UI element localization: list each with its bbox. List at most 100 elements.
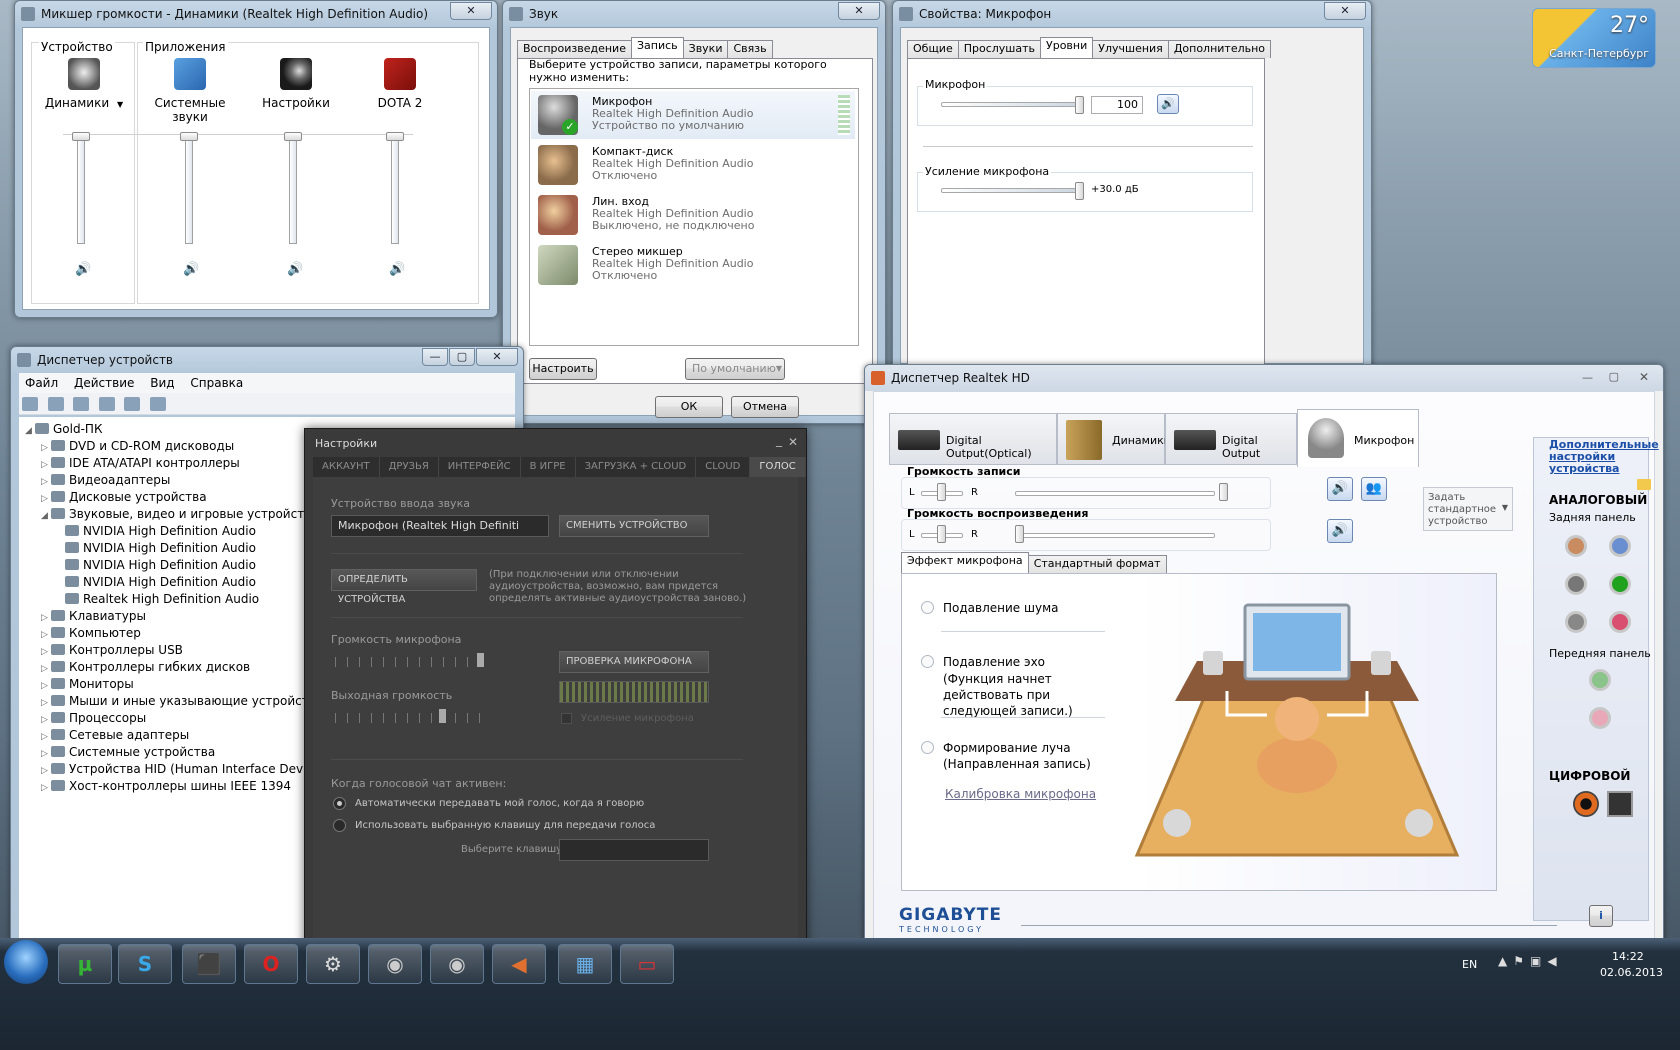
mic-level-slider-track[interactable] <box>941 102 1081 107</box>
device-tab-digital-optical[interactable]: Digital Output(Optical) <box>889 413 1057 465</box>
tree-node[interactable]: ▷ Хост-контроллеры шины IEEE 1394 <box>41 778 291 795</box>
help-icon[interactable] <box>98 397 115 411</box>
jack-blue[interactable] <box>1609 535 1631 557</box>
tree-node[interactable]: ▷ Процессоры <box>41 710 146 727</box>
clock-date[interactable]: 02.06.2013 <box>1600 966 1663 979</box>
tree-node[interactable]: ▷ Дисковые устройства <box>41 489 207 506</box>
volume-slider-track[interactable] <box>391 136 399 244</box>
scan-hardware-icon[interactable] <box>149 397 166 411</box>
set-default-button[interactable]: По умолчанию ▼ <box>685 358 785 380</box>
menu-view[interactable]: Вид <box>150 376 174 390</box>
spdif-optical-icon[interactable] <box>1607 791 1633 817</box>
menu-help[interactable]: Справка <box>190 376 243 390</box>
push-to-talk-key-field[interactable] <box>559 839 709 861</box>
tab-cloud[interactable]: CLOUD <box>696 457 751 477</box>
speaker-icon[interactable] <box>68 58 100 90</box>
mute-speaker-icon[interactable]: 🔊 <box>389 262 405 277</box>
devmgr-close-button[interactable]: ✕ <box>476 348 518 366</box>
sound-titlebar[interactable]: Звук <box>503 1 885 27</box>
toolbox-taskbar-icon[interactable]: ▭ <box>620 944 674 984</box>
configure-button[interactable]: Настроить <box>529 358 597 380</box>
properties-icon[interactable] <box>73 397 89 411</box>
info-button[interactable]: i <box>1589 905 1613 927</box>
tab-recording[interactable]: Запись <box>630 37 684 58</box>
dota-taskbar-icon[interactable]: ⬛ <box>182 944 236 984</box>
device-tab-digital-output[interactable]: Digital Output <box>1165 413 1297 465</box>
tab-downloads-cloud[interactable]: ЗАГРУЗКА + CLOUD <box>576 457 697 477</box>
back-arrow-icon[interactable] <box>22 397 38 411</box>
cd-taskbar-icon[interactable]: ◉ <box>430 944 484 984</box>
beamforming-radio[interactable] <box>921 741 934 754</box>
mic-boost-checkbox[interactable] <box>561 713 572 724</box>
test-mic-button[interactable]: ПРОВЕРКА МИКРОФОНА <box>559 651 709 673</box>
utorrent-taskbar-icon[interactable]: µ <box>58 944 112 984</box>
tab-listen[interactable]: Прослушать <box>957 40 1042 58</box>
mic-props-close-button[interactable]: ✕ <box>1324 2 1366 20</box>
jack-pink-front[interactable] <box>1589 707 1611 729</box>
volume-slider-thumb[interactable] <box>386 132 404 141</box>
tab-account[interactable]: АККАУНТ <box>313 457 380 477</box>
volume-taskbar-icon[interactable]: ◀ <box>492 944 546 984</box>
tree-node[interactable]: ▷ Мыши и иные указывающие устройства <box>41 693 323 710</box>
record-volume-slider[interactable] <box>1015 491 1215 496</box>
forward-arrow-icon[interactable] <box>47 397 64 411</box>
chevron-down-icon[interactable]: ▼ <box>117 100 123 109</box>
ok-button[interactable]: ОК <box>655 396 723 418</box>
opera-taskbar-icon[interactable]: O <box>244 944 298 984</box>
advanced-settings-link[interactable]: Дополнительные настройки устройства <box>1549 439 1659 475</box>
echo-cancellation-radio[interactable] <box>921 655 934 668</box>
tree-node[interactable]: ▷ Устройства HID (Human Interface Devices… <box>41 761 331 778</box>
tab-in-game[interactable]: В ИГРЕ <box>521 457 576 477</box>
tree-node[interactable]: ▷ Компьютер <box>41 625 141 642</box>
tab-general[interactable]: Общие <box>907 40 959 58</box>
start-orb-icon[interactable] <box>4 940 48 984</box>
tree-node[interactable]: ◢ Звуковые, видео и игровые устройства <box>41 506 319 523</box>
realtek-titlebar[interactable]: Диспетчер Realtek HD <box>865 365 1663 391</box>
mixer-close-button[interactable]: ✕ <box>450 2 492 20</box>
record-balance-thumb[interactable] <box>937 483 946 501</box>
tree-node[interactable]: ▷ Контроллеры гибких дисков <box>41 659 250 676</box>
maximize-button[interactable]: ▢ <box>1609 370 1619 383</box>
maximize-button[interactable]: ▢ <box>449 348 475 366</box>
steam-minimize-button[interactable]: _ <box>776 433 782 447</box>
volume-slider-track[interactable] <box>185 136 193 244</box>
device-tab-speakers[interactable]: Динамики <box>1057 413 1171 465</box>
tab-interface[interactable]: ИНТЕРФЕЙС <box>439 457 521 477</box>
volume-slider-track[interactable] <box>289 136 297 244</box>
tree-node[interactable]: ▷ Мониторы <box>41 676 134 693</box>
weather-gadget[interactable]: 27° Санкт-Петербург <box>1532 8 1656 68</box>
mute-speaker-icon[interactable]: 🔊 <box>287 262 303 277</box>
tree-node[interactable]: NVIDIA High Definition Audio <box>65 540 256 557</box>
radio-push-to-talk[interactable] <box>333 819 346 832</box>
tree-node[interactable]: NVIDIA High Definition Audio <box>65 557 256 574</box>
language-indicator[interactable]: EN <box>1462 958 1477 971</box>
mixer-titlebar[interactable]: Микшер громкости - Динамики (Realtek Hig… <box>15 1 497 27</box>
jack-green-front[interactable] <box>1589 669 1611 691</box>
calibrate-mic-link[interactable]: Калибровка микрофона <box>945 787 1096 801</box>
mute-speaker-icon[interactable]: 🔊 <box>183 262 199 277</box>
mic-level-slider-thumb[interactable] <box>1075 96 1084 114</box>
tree-node[interactable]: ▷ Контроллеры USB <box>41 642 183 659</box>
output-volume-slider[interactable] <box>335 713 483 723</box>
tab-levels[interactable]: Уровни <box>1040 37 1094 58</box>
tab-friends[interactable]: ДРУЗЬЯ <box>380 457 439 477</box>
output-volume-thumb[interactable] <box>438 709 446 723</box>
spdif-coax-icon[interactable] <box>1573 791 1599 817</box>
minimize-button[interactable]: — <box>422 348 448 366</box>
mic-volume-slider[interactable] <box>335 657 483 667</box>
jack-green[interactable] <box>1609 573 1631 595</box>
chevron-down-icon[interactable]: ▼ <box>776 359 782 379</box>
volume-slider-thumb[interactable] <box>180 132 198 141</box>
clock-time[interactable]: 14:22 <box>1612 950 1644 963</box>
tree-node[interactable]: ▷ Сетевые адаптеры <box>41 727 189 744</box>
mic-volume-thumb[interactable] <box>477 653 485 667</box>
tab-voice[interactable]: ГОЛОС <box>750 457 806 477</box>
tree-node[interactable]: NVIDIA High Definition Audio <box>65 523 256 540</box>
realtek-close-button[interactable]: ✕ <box>1639 370 1649 384</box>
playback-volume-slider[interactable] <box>1015 533 1215 538</box>
tree-node[interactable]: ◢ Gold-ПК <box>25 421 102 438</box>
tab-sounds[interactable]: Звуки <box>682 40 729 58</box>
jack-orange[interactable] <box>1565 535 1587 557</box>
sound-close-button[interactable]: ✕ <box>838 2 880 20</box>
record-mic-monitor-icon[interactable]: 👥 <box>1361 477 1387 501</box>
